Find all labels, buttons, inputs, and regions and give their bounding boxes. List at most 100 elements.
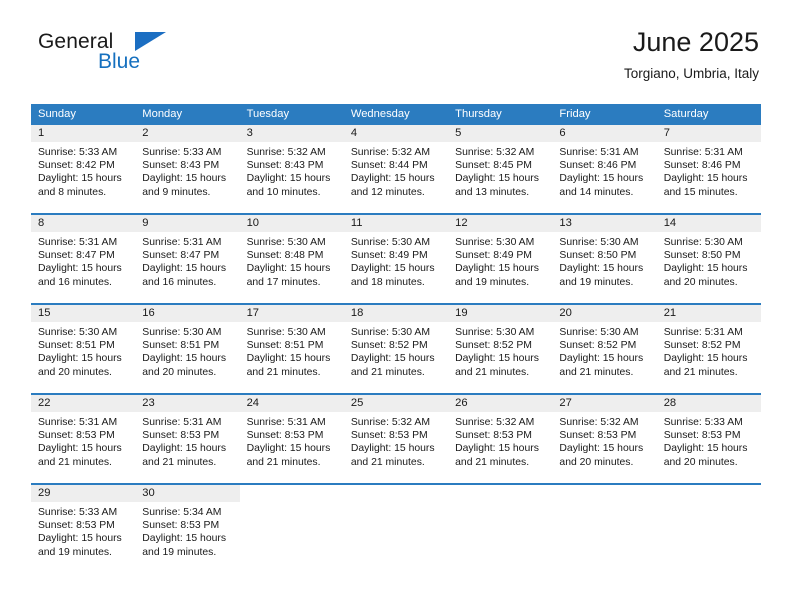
triangle-logo-icon (135, 32, 166, 51)
daylight-text-line2: and 19 minutes. (559, 276, 634, 288)
daylight-text-line2: and 10 minutes. (246, 186, 321, 198)
day-details: Sunrise: 5:31 AM Sunset: 8:46 PM Daylight:… (657, 142, 761, 199)
day-details: Sunrise: 5:31 AM Sunset: 8:46 PM Daylight:… (552, 142, 656, 199)
brand-logo[interactable]: General Blue (38, 30, 268, 82)
day-details (657, 502, 761, 506)
day-details (344, 502, 448, 506)
sunset-text: Sunset: 8:48 PM (246, 250, 324, 262)
day-number: 11 (343, 215, 449, 232)
day-details: Sunrise: 5:32 AM Sunset: 8:44 PM Daylight:… (344, 142, 448, 199)
calendar-day-cell[interactable]: 1 Sunrise: 5:33 AM Sunset: 8:42 PM Daylight… (31, 125, 136, 213)
daylight-text-line2: and 20 minutes. (559, 456, 634, 468)
daylight-text-line2: and 20 minutes. (663, 456, 738, 468)
day-details: Sunrise: 5:32 AM Sunset: 8:53 PM Daylight:… (344, 412, 448, 469)
calendar-day-cell[interactable]: 10 Sunrise: 5:30 AM Sunset: 8:48 PM Dayligh… (239, 215, 344, 303)
calendar-day-cell[interactable]: 19 Sunrise: 5:30 AM Sunset: 8:52 PM Dayligh… (448, 305, 553, 393)
daylight-text-line1: Daylight: 15 hours (142, 173, 227, 185)
daylight-text-line2: and 16 minutes. (38, 276, 112, 288)
calendar-day-cell[interactable]: 26 Sunrise: 5:32 AM Sunset: 8:53 PM Dayligh… (448, 395, 553, 483)
sunrise-text: Sunrise: 5:31 AM (38, 237, 118, 248)
day-details: Sunrise: 5:33 AM Sunset: 8:53 PM Daylight:… (31, 502, 135, 559)
sunset-text: Sunset: 8:52 PM (559, 340, 637, 352)
daylight-text-line2: and 8 minutes. (38, 186, 107, 198)
sunrise-text: Sunrise: 5:32 AM (455, 147, 535, 158)
day-number: 18 (343, 305, 449, 322)
page-title: June 2025 (632, 27, 759, 57)
sunset-text: Sunset: 8:51 PM (246, 340, 324, 352)
calendar-day-cell[interactable]: 3 Sunrise: 5:32 AM Sunset: 8:43 PM Daylight… (239, 125, 344, 213)
calendar-day-cell[interactable]: 14 Sunrise: 5:30 AM Sunset: 8:50 PM Dayligh… (656, 215, 761, 303)
daylight-text-line1: Daylight: 15 hours (246, 173, 331, 185)
day-number: 27 (552, 395, 657, 412)
calendar-day-cell[interactable]: 4 Sunrise: 5:32 AM Sunset: 8:44 PM Daylight… (343, 125, 449, 213)
calendar-day-cell[interactable]: 25 Sunrise: 5:32 AM Sunset: 8:53 PM Dayligh… (343, 395, 449, 483)
calendar-day-cell[interactable]: 28 Sunrise: 5:33 AM Sunset: 8:53 PM Dayligh… (656, 395, 761, 483)
weekday-header-thursday: Thursday (455, 108, 502, 120)
day-number (552, 485, 657, 502)
sunrise-text: Sunrise: 5:32 AM (350, 417, 430, 428)
calendar-day-cell[interactable]: 5 Sunrise: 5:32 AM Sunset: 8:45 PM Daylight… (448, 125, 553, 213)
calendar-day-cell[interactable]: 24 Sunrise: 5:31 AM Sunset: 8:53 PM Dayligh… (239, 395, 344, 483)
calendar-day-cell[interactable]: 15 Sunrise: 5:30 AM Sunset: 8:51 PM Dayligh… (31, 305, 136, 393)
daylight-text-line2: and 20 minutes. (38, 366, 112, 378)
daylight-text-line2: and 17 minutes. (246, 276, 321, 288)
daylight-text-line2: and 18 minutes. (350, 276, 425, 288)
daylight-text-line1: Daylight: 15 hours (350, 353, 435, 365)
sunset-text: Sunset: 8:47 PM (38, 250, 115, 262)
day-details: Sunrise: 5:31 AM Sunset: 8:47 PM Daylight:… (31, 232, 135, 289)
calendar-day-cell[interactable]: 20 Sunrise: 5:30 AM Sunset: 8:52 PM Dayligh… (552, 305, 657, 393)
location-subtitle: Torgiano, Umbria, Italy (623, 66, 759, 81)
sunrise-text: Sunrise: 5:30 AM (246, 237, 326, 248)
day-number: 6 (552, 125, 657, 142)
sunset-text: Sunset: 8:53 PM (142, 520, 220, 532)
page-header: General Blue June 2025 Torgiano, Umbria,… (31, 0, 761, 81)
calendar-day-cell[interactable]: 27 Sunrise: 5:32 AM Sunset: 8:53 PM Dayligh… (552, 395, 657, 483)
day-number: 28 (656, 395, 761, 412)
calendar-day-cell[interactable]: 18 Sunrise: 5:30 AM Sunset: 8:52 PM Dayligh… (343, 305, 449, 393)
calendar-grid: Sunday Monday Tuesday Wednesday Thursday… (31, 104, 761, 573)
calendar-day-cell[interactable]: 30 Sunrise: 5:34 AM Sunset: 8:53 PM Dayligh… (135, 485, 240, 573)
calendar-day-cell[interactable]: 12 Sunrise: 5:30 AM Sunset: 8:49 PM Dayligh… (448, 215, 553, 303)
daylight-text-line2: and 21 minutes. (455, 366, 530, 378)
daylight-text-line2: and 16 minutes. (142, 276, 217, 288)
calendar-day-cell[interactable]: 2 Sunrise: 5:33 AM Sunset: 8:43 PM Daylight… (135, 125, 240, 213)
daylight-text-line1: Daylight: 15 hours (350, 263, 435, 275)
sunrise-text: Sunrise: 5:33 AM (38, 507, 118, 518)
calendar-day-cell[interactable]: 29 Sunrise: 5:33 AM Sunset: 8:53 PM Dayligh… (31, 485, 136, 573)
calendar-day-cell[interactable]: 6 Sunrise: 5:31 AM Sunset: 8:46 PM Daylight… (552, 125, 657, 213)
sunset-text: Sunset: 8:42 PM (38, 160, 115, 172)
daylight-text-line2: and 13 minutes. (455, 186, 530, 198)
sunrise-text: Sunrise: 5:30 AM (142, 327, 222, 338)
day-details: Sunrise: 5:30 AM Sunset: 8:52 PM Daylight:… (344, 322, 448, 379)
sunset-text: Sunset: 8:53 PM (38, 430, 115, 442)
calendar-day-cell[interactable]: 16 Sunrise: 5:30 AM Sunset: 8:51 PM Dayligh… (135, 305, 240, 393)
sunset-text: Sunset: 8:45 PM (455, 160, 532, 172)
calendar-day-cell[interactable]: 22 Sunrise: 5:31 AM Sunset: 8:53 PM Dayligh… (31, 395, 136, 483)
day-details: Sunrise: 5:31 AM Sunset: 8:47 PM Daylight:… (135, 232, 239, 289)
calendar-day-cell[interactable]: 23 Sunrise: 5:31 AM Sunset: 8:53 PM Dayligh… (135, 395, 240, 483)
calendar-day-cell[interactable]: 21 Sunrise: 5:31 AM Sunset: 8:52 PM Dayligh… (656, 305, 761, 393)
calendar-day-cell[interactable]: 11 Sunrise: 5:30 AM Sunset: 8:49 PM Dayligh… (343, 215, 449, 303)
sunset-text: Sunset: 8:52 PM (455, 340, 532, 352)
day-number: 12 (448, 215, 553, 232)
calendar-day-cell[interactable]: 17 Sunrise: 5:30 AM Sunset: 8:51 PM Dayligh… (239, 305, 344, 393)
calendar-day-cell[interactable]: 9 Sunrise: 5:31 AM Sunset: 8:47 PM Daylight… (135, 215, 240, 303)
calendar-day-cell[interactable]: 13 Sunrise: 5:30 AM Sunset: 8:50 PM Dayligh… (552, 215, 657, 303)
daylight-text-line2: and 19 minutes. (38, 546, 112, 558)
weekday-header-monday: Monday (142, 108, 183, 120)
sunrise-text: Sunrise: 5:30 AM (350, 237, 430, 248)
day-number: 19 (448, 305, 553, 322)
daylight-text-line1: Daylight: 15 hours (246, 353, 331, 365)
daylight-text-line1: Daylight: 15 hours (350, 173, 435, 185)
day-details: Sunrise: 5:33 AM Sunset: 8:53 PM Daylight:… (657, 412, 761, 469)
weekday-header-tuesday: Tuesday (246, 108, 290, 120)
calendar-day-cell[interactable]: 7 Sunrise: 5:31 AM Sunset: 8:46 PM Daylight… (656, 125, 761, 213)
day-details: Sunrise: 5:30 AM Sunset: 8:51 PM Daylight:… (135, 322, 239, 379)
calendar-page: General Blue June 2025 Torgiano, Umbria,… (0, 0, 792, 612)
calendar-day-cell[interactable]: 8 Sunrise: 5:31 AM Sunset: 8:47 PM Daylight… (31, 215, 136, 303)
daylight-text-line1: Daylight: 15 hours (559, 173, 644, 185)
day-details (448, 502, 552, 506)
sunset-text: Sunset: 8:52 PM (663, 340, 741, 352)
sunrise-text: Sunrise: 5:31 AM (559, 147, 639, 158)
sunset-text: Sunset: 8:43 PM (142, 160, 220, 172)
